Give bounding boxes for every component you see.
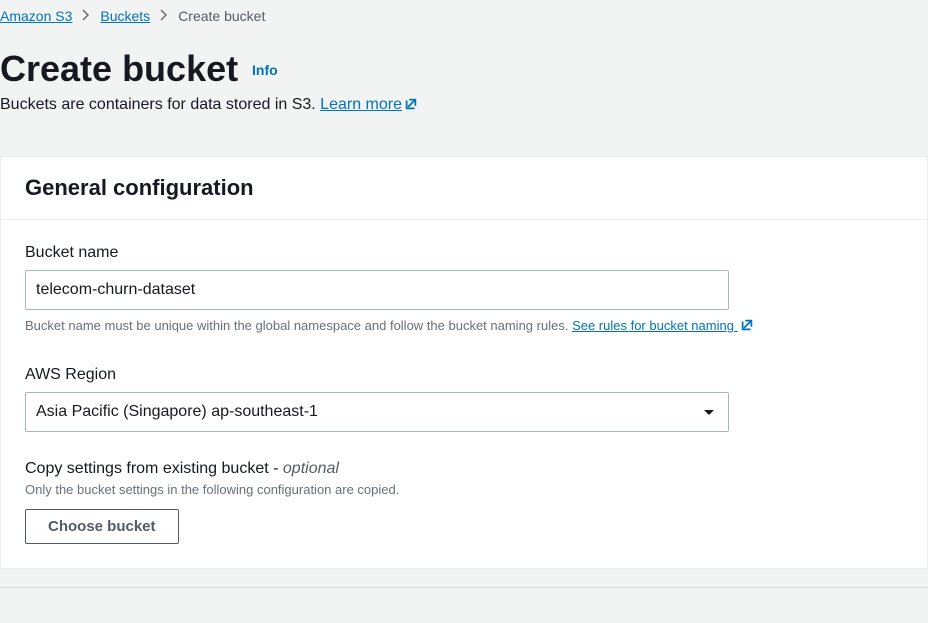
- chevron-right-icon: [160, 9, 168, 24]
- learn-more-link[interactable]: Learn more: [320, 96, 418, 113]
- copy-settings-hint: Only the bucket settings in the followin…: [25, 480, 903, 500]
- bucket-name-hint: Bucket name must be unique within the gl…: [25, 316, 903, 338]
- panel-body: Bucket name Bucket name must be unique w…: [1, 220, 927, 568]
- page-subtitle: Buckets are containers for data stored i…: [0, 96, 928, 116]
- field-region: AWS Region Asia Pacific (Singapore) ap-s…: [25, 366, 903, 432]
- chevron-right-icon: [82, 9, 90, 24]
- breadcrumb: Amazon S3 Buckets Create bucket: [0, 0, 928, 24]
- field-copy-settings: Copy settings from existing bucket - opt…: [25, 460, 903, 545]
- optional-text: optional: [283, 460, 339, 477]
- region-select[interactable]: Asia Pacific (Singapore) ap-southeast-1: [25, 392, 729, 432]
- external-link-icon: [404, 97, 418, 116]
- breadcrumb-link-s3[interactable]: Amazon S3: [0, 8, 72, 24]
- field-bucket-name: Bucket name Bucket name must be unique w…: [25, 244, 903, 338]
- panel-header: General configuration: [1, 157, 927, 220]
- region-selected-value: Asia Pacific (Singapore) ap-southeast-1: [36, 403, 318, 421]
- copy-settings-label: Copy settings from existing bucket - opt…: [25, 460, 903, 478]
- subtitle-text: Buckets are containers for data stored i…: [0, 96, 320, 113]
- region-label: AWS Region: [25, 366, 903, 384]
- page-title: Create bucket: [0, 48, 238, 90]
- info-link[interactable]: Info: [252, 62, 278, 78]
- region-select-wrap: Asia Pacific (Singapore) ap-southeast-1: [25, 392, 729, 432]
- page-header: Create bucket Info Buckets are container…: [0, 24, 928, 128]
- panel-title: General configuration: [25, 175, 903, 201]
- bucket-name-label: Bucket name: [25, 244, 903, 262]
- divider: [0, 587, 928, 588]
- general-config-panel: General configuration Bucket name Bucket…: [0, 156, 928, 569]
- hint-text: Bucket name must be unique within the gl…: [25, 318, 572, 333]
- breadcrumb-link-buckets[interactable]: Buckets: [100, 8, 150, 24]
- breadcrumb-current: Create bucket: [178, 8, 265, 24]
- bucket-name-input[interactable]: [25, 270, 729, 310]
- bucket-naming-rules-link[interactable]: See rules for bucket naming: [572, 318, 754, 333]
- choose-bucket-button[interactable]: Choose bucket: [25, 509, 179, 544]
- copy-settings-label-text: Copy settings from existing bucket -: [25, 460, 283, 477]
- external-link-icon: [740, 318, 754, 338]
